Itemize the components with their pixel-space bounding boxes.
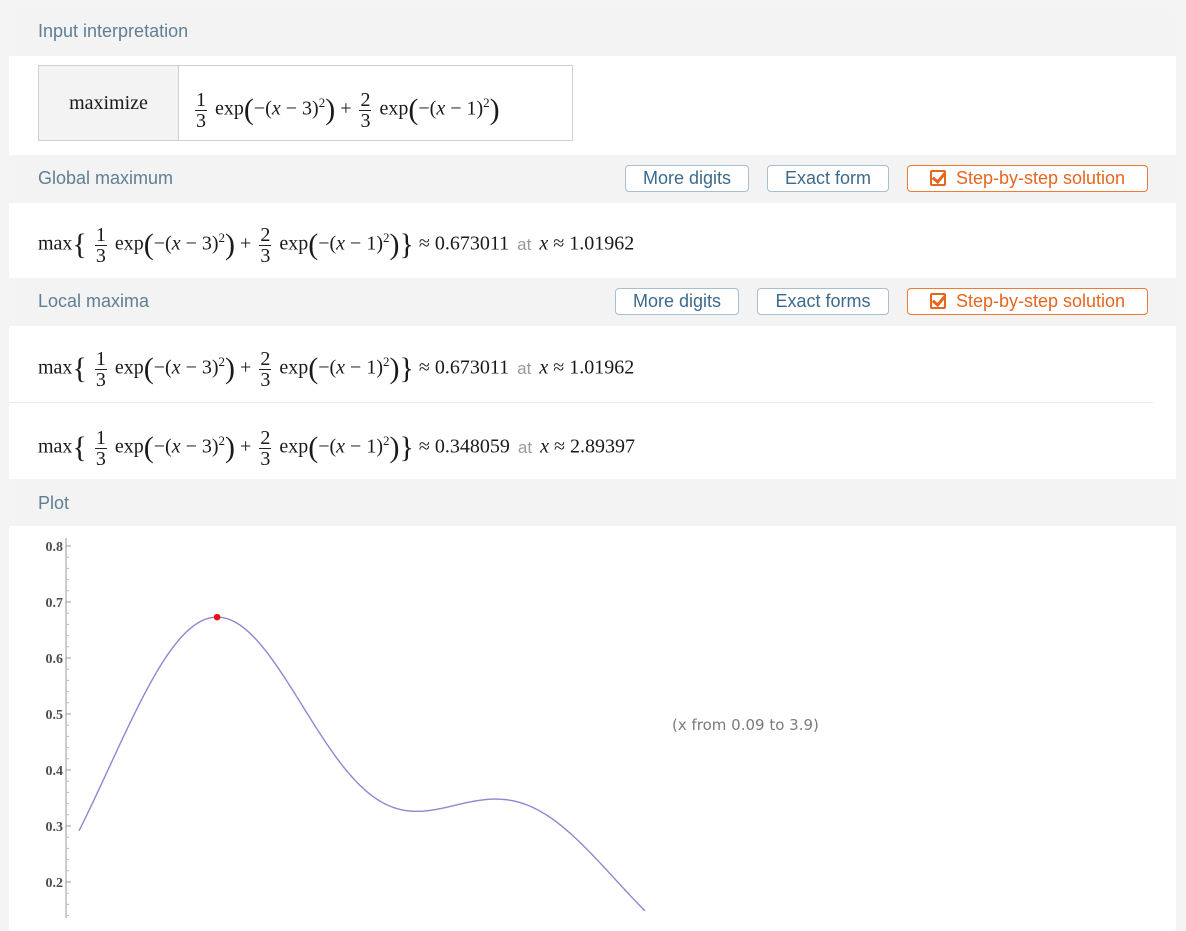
global-maximum-result: max{ 13 exp(−(x − 3)2) + 23 exp(−(x − 1)… bbox=[38, 223, 635, 267]
plot-title: Plot bbox=[38, 493, 70, 513]
function-plot: 0.8 0.7 0.6 0.5 0.4 0.3 0.2 bbox=[46, 538, 646, 918]
y-tick-label: 0.2 bbox=[46, 876, 64, 891]
y-tick-label: 0.7 bbox=[46, 596, 64, 611]
checkbox-icon bbox=[929, 293, 946, 309]
exact-form-button[interactable]: Exact form bbox=[767, 165, 889, 192]
input-pod-header: Input interpretation bbox=[9, 8, 1176, 56]
y-tick-label: 0.4 bbox=[46, 764, 64, 779]
global-maximum-point bbox=[213, 613, 221, 621]
global-maximum-title: Global maximum bbox=[38, 168, 174, 188]
exact-forms-button[interactable]: Exact forms bbox=[757, 288, 889, 315]
local-maximum-row-1: max{ 13 exp(−(x − 3)2) + 23 exp(−(x − 1)… bbox=[38, 347, 635, 391]
plot-range-note: (x from 0.09 to 3.9) bbox=[672, 716, 819, 734]
global-max-x: 1.01962 bbox=[569, 232, 635, 255]
input-formula: 13 exp(−(x − 3)2) + 23 exp(−(x − 1)2) bbox=[195, 88, 500, 132]
y-tick-label: 0.5 bbox=[46, 708, 64, 723]
plot-area: 0.8 0.7 0.6 0.5 0.4 0.3 0.2 (x from 0.09 to 3.… bbox=[9, 526, 1176, 931]
local-max-x: 1.01962 bbox=[569, 356, 635, 379]
plot-header: Plot bbox=[9, 479, 1176, 526]
local-max-x: 2.89397 bbox=[569, 435, 635, 458]
y-tick-label: 0.3 bbox=[46, 820, 64, 835]
local-max-value: 0.673011 bbox=[434, 356, 510, 379]
y-tick-label: 0.8 bbox=[46, 540, 64, 555]
input-interpretation-table: maximize 13 exp(−(x − 3)2) + 23 exp(−(x … bbox=[38, 65, 573, 141]
fraction-one-third: 13 bbox=[195, 88, 207, 132]
local-maxima-title: Local maxima bbox=[38, 291, 150, 311]
y-tick-label: 0.6 bbox=[46, 652, 64, 667]
checkbox-icon bbox=[929, 170, 946, 186]
row-divider bbox=[9, 402, 1153, 403]
local-max-value: 0.348059 bbox=[434, 435, 510, 458]
results-card: Input interpretation maximize 13 exp(−(x… bbox=[9, 8, 1176, 931]
maximize-label: maximize bbox=[39, 66, 179, 140]
global-maximum-header: Global maximum More digits Exact form St… bbox=[9, 155, 1176, 203]
step-by-step-button[interactable]: Step-by-step solution bbox=[907, 288, 1148, 315]
more-digits-button[interactable]: More digits bbox=[615, 288, 739, 315]
local-maximum-row-2: max{ 13 exp(−(x − 3)2) + 23 exp(−(x − 1)… bbox=[38, 426, 635, 470]
more-digits-button[interactable]: More digits bbox=[625, 165, 749, 192]
input-pod-title: Input interpretation bbox=[38, 21, 189, 41]
global-max-value: 0.673011 bbox=[434, 232, 510, 255]
local-maxima-header: Local maxima More digits Exact forms Ste… bbox=[9, 278, 1176, 326]
function-curve bbox=[78, 616, 646, 912]
step-by-step-button[interactable]: Step-by-step solution bbox=[907, 165, 1148, 192]
fraction-two-thirds: 23 bbox=[359, 88, 372, 132]
